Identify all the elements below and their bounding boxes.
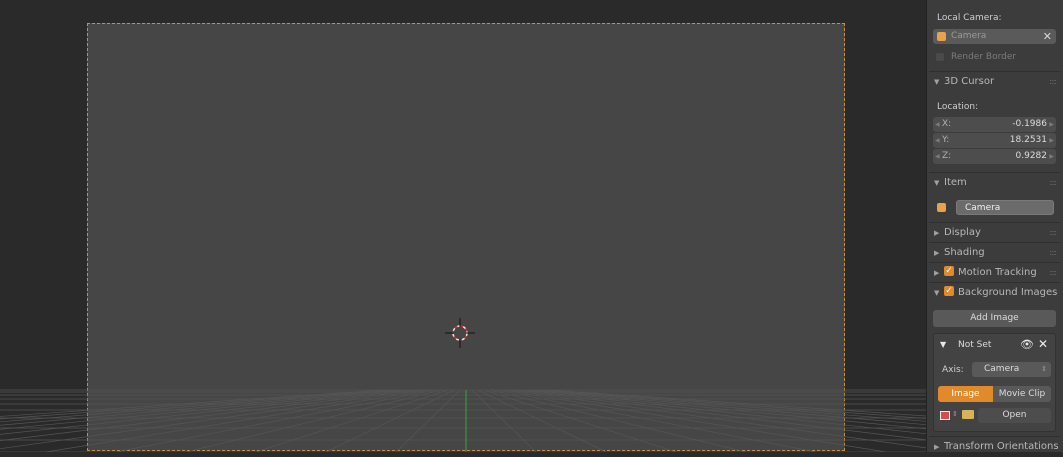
- axis-dropdown[interactable]: Camera ⇕: [972, 362, 1051, 377]
- section-transform-orientations[interactable]: ▶ Transform Orientations: [929, 436, 1060, 457]
- collapse-arrow-icon: ▼: [934, 78, 940, 86]
- cursor-z-field[interactable]: ◀ Z: 0.9282 ▶: [933, 149, 1056, 164]
- x-label: X:: [942, 119, 952, 129]
- camera-object-icon: [937, 32, 946, 41]
- clear-camera-icon[interactable]: ✕: [1043, 29, 1052, 44]
- drag-grip-icon[interactable]: ::::: [1049, 223, 1057, 243]
- open-image-button[interactable]: Open: [978, 408, 1051, 423]
- section-shading-title: Shading: [944, 247, 985, 258]
- drag-grip-icon[interactable]: ::::: [1049, 243, 1057, 263]
- increment-arrow-icon[interactable]: ▶: [1049, 133, 1054, 148]
- increment-arrow-icon[interactable]: ▶: [1049, 149, 1054, 164]
- dropdown-arrows-icon: ⇕: [1041, 365, 1047, 373]
- motion-tracking-checkbox[interactable]: ✓: [944, 266, 954, 276]
- cursor-x-field[interactable]: ◀ X: -0.1986 ▶: [933, 117, 1056, 132]
- decrement-arrow-icon[interactable]: ◀: [935, 149, 940, 164]
- 3d-cursor-icon[interactable]: [444, 317, 476, 349]
- section-motion-tracking[interactable]: ▶ ✓ Motion Tracking ::::: [929, 262, 1060, 283]
- axis-label: Axis:: [942, 365, 964, 375]
- section-shading[interactable]: ▶ Shading ::::: [929, 242, 1060, 263]
- drag-grip-icon[interactable]: ::::: [1049, 173, 1057, 193]
- image-browse-arrows-icon[interactable]: ⇕: [952, 410, 958, 418]
- source-movie-clip-button[interactable]: Movie Clip: [993, 386, 1051, 402]
- z-value: 0.9282: [1015, 151, 1048, 161]
- 3d-viewport[interactable]: [0, 0, 926, 452]
- render-border-label: Render Border: [951, 52, 1017, 62]
- section-item-title: Item: [944, 177, 967, 188]
- location-label: Location:: [937, 102, 979, 112]
- section-3d-cursor-title: 3D Cursor: [944, 76, 995, 87]
- render-border-checkbox[interactable]: [935, 52, 945, 62]
- entry-collapse-icon[interactable]: ▼: [940, 340, 946, 349]
- section-3d-cursor[interactable]: ▼ 3D Cursor ::::: [929, 71, 1060, 92]
- section-motion-tracking-title: Motion Tracking: [958, 267, 1037, 278]
- object-cube-icon: [937, 203, 946, 212]
- decrement-arrow-icon[interactable]: ◀: [935, 117, 940, 132]
- axis-value: Camera: [984, 364, 1020, 374]
- section-background-images[interactable]: ▼ ✓ Background Images: [929, 282, 1060, 303]
- background-image-entry: ▼ Not Set 👁 ✕ Axis: Camera ⇕ Image Movie…: [933, 333, 1056, 432]
- item-name-value: Camera: [965, 203, 1001, 213]
- y-label: Y:: [942, 135, 950, 145]
- image-entry-title: Not Set: [958, 340, 992, 350]
- y-value: 18.2531: [1009, 135, 1047, 145]
- x-value: -0.1986: [1012, 119, 1047, 129]
- collapse-arrow-icon: ▼: [934, 179, 940, 187]
- z-label: Z:: [942, 151, 952, 161]
- local-camera-field[interactable]: Camera ✕: [933, 29, 1056, 44]
- eye-icon[interactable]: 👁: [1020, 338, 1034, 351]
- decrement-arrow-icon[interactable]: ◀: [935, 133, 940, 148]
- folder-icon[interactable]: [962, 410, 974, 419]
- local-camera-label: Local Camera:: [937, 13, 1002, 23]
- section-display[interactable]: ▶ Display ::::: [929, 222, 1060, 243]
- add-image-button[interactable]: Add Image: [933, 310, 1056, 327]
- expand-arrow-icon: ▶: [934, 229, 940, 237]
- expand-arrow-icon: ▶: [934, 249, 940, 257]
- cursor-y-field[interactable]: ◀ Y: 18.2531 ▶: [933, 133, 1056, 148]
- section-background-images-title: Background Images: [958, 287, 1058, 298]
- section-display-title: Display: [944, 227, 981, 238]
- remove-image-icon[interactable]: ✕: [1038, 337, 1048, 351]
- source-image-button[interactable]: Image: [938, 386, 993, 402]
- item-name-field[interactable]: Camera: [956, 200, 1054, 215]
- section-transform-orientations-title: Transform Orientations: [944, 441, 1059, 452]
- collapse-arrow-icon: ▼: [934, 289, 940, 297]
- background-images-checkbox[interactable]: ✓: [944, 286, 954, 296]
- local-camera-value: Camera: [951, 31, 987, 41]
- expand-arrow-icon: ▶: [934, 269, 940, 277]
- increment-arrow-icon[interactable]: ▶: [1049, 117, 1054, 132]
- section-item[interactable]: ▼ Item ::::: [929, 172, 1060, 193]
- image-browse-icon[interactable]: [940, 411, 950, 420]
- floor-grid: [0, 389, 926, 452]
- drag-grip-icon[interactable]: ::::: [1049, 263, 1057, 283]
- expand-arrow-icon: ▶: [934, 443, 940, 451]
- properties-panel: Local Camera: Camera ✕ Render Border ▼ 3D…: [926, 0, 1063, 452]
- drag-grip-icon[interactable]: ::::: [1049, 72, 1057, 92]
